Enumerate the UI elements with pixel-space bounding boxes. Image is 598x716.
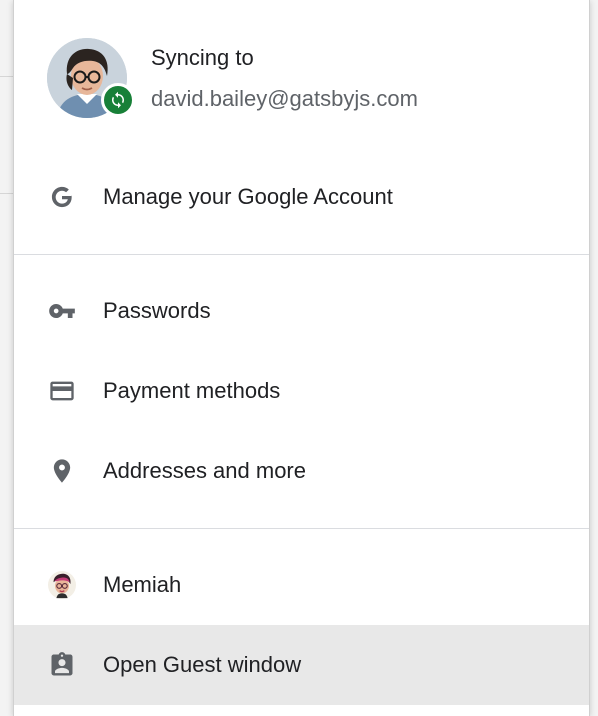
credit-card-icon [48, 377, 76, 405]
menu-divider [14, 254, 589, 255]
menu-divider [14, 528, 589, 529]
sync-status-title: Syncing to [151, 45, 254, 70]
payment-methods-label: Payment methods [103, 378, 281, 403]
location-pin-icon [48, 457, 76, 485]
profile-header: Syncing to david.bailey@gatsbyjs.com [14, 0, 589, 150]
profile-avatar-icon [48, 571, 76, 599]
sync-arrows-icon [112, 91, 124, 109]
sync-icon [101, 83, 135, 117]
addresses-item[interactable]: Addresses and more [14, 431, 589, 511]
menu-bottom-edge [14, 706, 589, 716]
passwords-label: Passwords [103, 298, 211, 323]
google-g-icon [48, 183, 76, 211]
open-guest-window-label: Open Guest window [103, 652, 302, 677]
payment-methods-item[interactable]: Payment methods [14, 351, 589, 431]
manage-google-account-label: Manage your Google Account [103, 184, 393, 209]
manage-google-account-item[interactable]: Manage your Google Account [14, 157, 589, 237]
other-profile-label: Memiah [103, 572, 182, 597]
account-email: david.bailey@gatsbyjs.com [151, 86, 418, 111]
key-icon [48, 297, 76, 325]
passwords-item[interactable]: Passwords [14, 271, 589, 351]
profile-menu: Syncing to david.bailey@gatsbyjs.com Man… [13, 0, 590, 716]
guest-badge-icon [48, 651, 76, 679]
open-guest-window-item[interactable]: Open Guest window [14, 625, 589, 705]
other-profile-item[interactable]: Memiah [14, 545, 589, 625]
addresses-label: Addresses and more [103, 458, 306, 483]
